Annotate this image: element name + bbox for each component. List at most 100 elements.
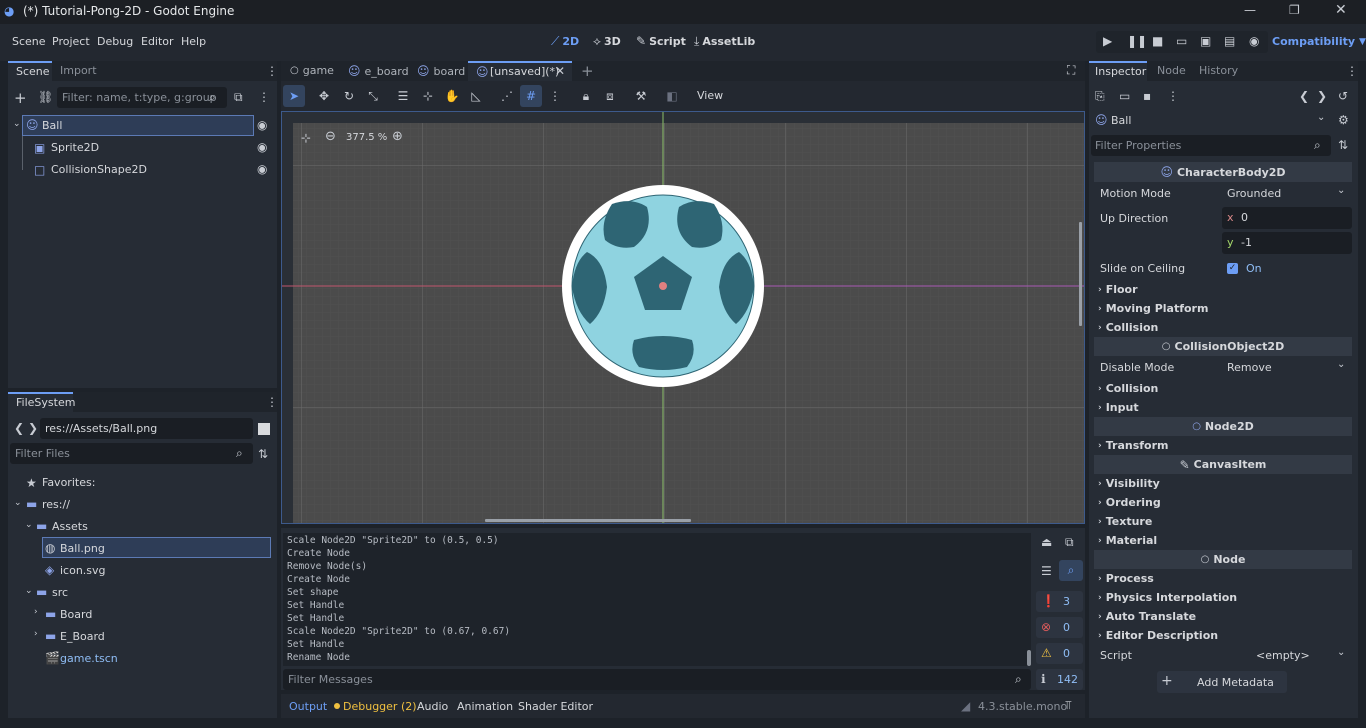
visibility-eye-icon[interactable]: ◉ bbox=[257, 162, 267, 176]
filter-editor-toggle[interactable]: ℹ 142 bbox=[1036, 669, 1083, 690]
menu-project[interactable]: Project bbox=[52, 35, 90, 48]
scale-mode-button[interactable]: ⤡ bbox=[362, 85, 384, 107]
copy-icon[interactable]: ⧉ bbox=[1065, 535, 1074, 550]
expand-panel-icon[interactable]: ⫪ bbox=[1065, 698, 1072, 713]
zoom-level[interactable]: 377.5 % bbox=[346, 132, 387, 143]
tab-inspector[interactable]: Inspector bbox=[1089, 61, 1147, 81]
dock-menu-icon[interactable]: ⋮ bbox=[266, 64, 278, 78]
collapse-icon[interactable]: ⌄ bbox=[14, 498, 22, 508]
fs-item-icon-svg[interactable]: icon.svg bbox=[60, 564, 106, 577]
filter-messages-toggle[interactable]: ❗ 3 bbox=[1036, 591, 1083, 612]
h-scrollbar[interactable] bbox=[485, 519, 691, 522]
scene-filter-input[interactable]: Filter: name, t:type, g:group ⌕ bbox=[57, 87, 227, 108]
menu-help[interactable]: Help bbox=[181, 35, 206, 48]
zoom-out-icon[interactable]: ⊖ bbox=[325, 129, 336, 144]
group-auto-translate[interactable]: › Auto Translate bbox=[1098, 610, 1196, 623]
script-resource-picker[interactable]: <empty> ⌄ bbox=[1222, 645, 1352, 666]
group-transform[interactable]: › Transform bbox=[1098, 439, 1168, 452]
workspace-assetlib-button[interactable]: ⤓ AssetLib bbox=[694, 34, 755, 49]
fs-item-assets[interactable]: Assets bbox=[52, 520, 88, 533]
tree-label-collisionshape2d[interactable]: CollisionShape2D bbox=[51, 163, 147, 176]
tab-history[interactable]: History bbox=[1199, 64, 1238, 77]
renderer-dropdown[interactable]: Compatibility ▼ bbox=[1272, 35, 1366, 48]
zoom-in-icon[interactable]: ⊕ bbox=[392, 129, 403, 144]
pan-mode-button[interactable]: ✋ bbox=[441, 85, 463, 107]
group-material[interactable]: › Material bbox=[1098, 534, 1157, 547]
play-custom-scene-icon[interactable]: ▤ bbox=[1224, 34, 1235, 48]
tab-import[interactable]: Import bbox=[60, 64, 97, 77]
expand-icon[interactable]: › bbox=[34, 629, 38, 639]
pause-icon[interactable]: ❚❚ bbox=[1127, 34, 1147, 48]
collapse-icon[interactable]: ⌄ bbox=[13, 119, 21, 129]
save-icon[interactable]: ▪ bbox=[1143, 89, 1151, 103]
section-canvasitem[interactable]: ✎ CanvasItem bbox=[1094, 455, 1352, 474]
group-visibility[interactable]: › Visibility bbox=[1098, 477, 1160, 490]
scene-tab-e-board[interactable]: ☺ e_board bbox=[348, 64, 409, 78]
play-scene-icon[interactable]: ▣ bbox=[1200, 34, 1211, 48]
menu-debug[interactable]: Debug bbox=[97, 35, 133, 48]
skeleton-button[interactable]: ⚒ bbox=[630, 85, 652, 107]
section-characterbody2d[interactable]: ☺ CharacterBody2D bbox=[1094, 162, 1352, 182]
list-select-button[interactable]: ☰ bbox=[392, 85, 414, 107]
slide-on-ceiling-checkbox[interactable]: ✓ On bbox=[1227, 262, 1262, 275]
move-mode-button[interactable]: ✥ bbox=[313, 85, 335, 107]
scene-tab-unsaved[interactable]: ☺ [unsaved](*) ✕ bbox=[468, 61, 572, 81]
resource-menu-icon[interactable]: ⋮ bbox=[1167, 89, 1179, 103]
node-info-icon[interactable]: ⚙ bbox=[1338, 113, 1349, 127]
add-node-icon[interactable]: + bbox=[14, 89, 27, 107]
filesystem-path-input[interactable]: res://Assets/Ball.png bbox=[40, 418, 253, 439]
group-physics-interpolation[interactable]: › Physics Interpolation bbox=[1098, 591, 1237, 604]
attach-script-icon[interactable]: ⧉ bbox=[234, 90, 243, 105]
group-input[interactable]: › Input bbox=[1098, 401, 1139, 414]
menu-editor[interactable]: Editor bbox=[141, 35, 174, 48]
filter-warnings-toggle[interactable]: ⚠ 0 bbox=[1036, 643, 1083, 664]
add-scene-tab-icon[interactable]: + bbox=[581, 62, 594, 80]
dock-menu-icon[interactable]: ⋮ bbox=[266, 395, 278, 409]
visibility-eye-icon[interactable]: ◉ bbox=[257, 140, 267, 154]
motion-mode-dropdown[interactable]: Grounded ⌄ bbox=[1222, 183, 1352, 204]
tree-label-sprite2d[interactable]: Sprite2D bbox=[51, 141, 99, 154]
smart-snap-button[interactable]: ⋰ bbox=[496, 85, 518, 107]
tab-node[interactable]: Node bbox=[1157, 64, 1186, 77]
fs-item-res[interactable]: res:// bbox=[42, 498, 70, 511]
show-search-button[interactable]: ⌕ bbox=[1059, 560, 1083, 581]
center-view-icon[interactable]: ⊹ bbox=[301, 131, 311, 145]
dock-menu-icon[interactable]: ⋮ bbox=[1346, 64, 1358, 78]
filter-files-input[interactable]: Filter Files ⌕ bbox=[10, 443, 253, 464]
workspace-2d-button[interactable]: ⟋ 2D bbox=[551, 34, 579, 49]
select-mode-button[interactable]: ➤ bbox=[283, 85, 305, 107]
version-label[interactable]: 4.3.stable.mono bbox=[978, 700, 1067, 713]
link-icon[interactable]: ⛓ bbox=[38, 90, 53, 104]
tab-filesystem[interactable]: FileSystem bbox=[8, 392, 75, 412]
back-arrow-icon[interactable]: ❮ bbox=[14, 421, 24, 435]
group-process[interactable]: › Process bbox=[1098, 572, 1154, 585]
restore-icon[interactable]: ❐ bbox=[1289, 3, 1300, 17]
group-collision[interactable]: › Collision bbox=[1098, 382, 1158, 395]
filter-messages-input[interactable]: Filter Messages ⌕ bbox=[283, 669, 1031, 690]
pivot-mode-button[interactable]: ⊹ bbox=[417, 85, 439, 107]
clear-output-icon[interactable]: ⏏ bbox=[1041, 535, 1052, 549]
rotate-mode-button[interactable]: ↻ bbox=[338, 85, 360, 107]
lock-button[interactable]: 🔒︎ bbox=[575, 85, 597, 107]
movie-maker-icon[interactable]: ◉ bbox=[1249, 34, 1259, 48]
bottom-tab-animation[interactable]: Animation bbox=[457, 700, 513, 713]
collapse-icon[interactable]: ⌄ bbox=[25, 586, 33, 596]
tab-scene[interactable]: Scene bbox=[8, 61, 52, 81]
workspace-3d-button[interactable]: ⟡ 3D bbox=[593, 34, 621, 49]
viewport-2d[interactable]: ⊹ ⊖ 377.5 % ⊕ bbox=[281, 111, 1085, 524]
workspace-script-button[interactable]: ✎ Script bbox=[636, 34, 686, 48]
bottom-tab-audio[interactable]: Audio bbox=[417, 700, 448, 713]
group-floor[interactable]: › Floor bbox=[1098, 283, 1138, 296]
fs-item-board[interactable]: Board bbox=[60, 608, 92, 621]
property-options-icon[interactable]: ⇅ bbox=[1338, 138, 1348, 152]
grid-snap-button[interactable]: # bbox=[520, 85, 542, 107]
menu-scene[interactable]: Scene bbox=[12, 35, 46, 48]
scene-options-icon[interactable]: ⋮ bbox=[258, 90, 270, 104]
object-history-icon[interactable]: ↺ bbox=[1338, 89, 1348, 103]
section-collisionobject2d[interactable]: ○ CollisionObject2D bbox=[1094, 337, 1352, 356]
filter-properties-input[interactable]: Filter Properties ⌕ bbox=[1091, 135, 1331, 156]
new-resource-icon[interactable]: ⎘ bbox=[1095, 89, 1105, 104]
fs-item-e-board[interactable]: E_Board bbox=[60, 630, 105, 643]
scene-tab-game[interactable]: ○ game bbox=[290, 64, 334, 77]
collapse-icon[interactable]: ⌄ bbox=[25, 520, 33, 530]
